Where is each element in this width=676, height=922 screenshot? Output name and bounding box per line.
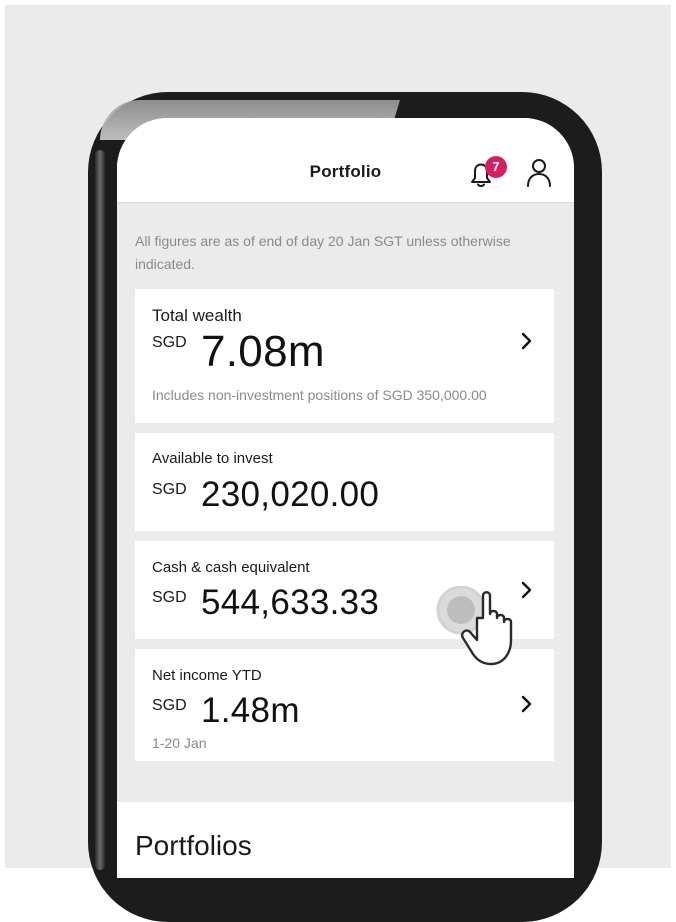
as-of-note: All figures are as of end of day 20 Jan … [135,233,511,272]
app-header: Portfolio 7 [117,118,574,203]
available-amount: 230,020.00 [201,475,380,514]
total-wealth-amount: 7.08m [201,327,325,376]
cash-amount: 544,633.33 [201,583,380,622]
available-to-invest-card[interactable]: Available to invest SGD 230,020.00 [135,433,554,531]
chevron-right-icon[interactable] [520,332,534,350]
cash-label: Cash & cash equivalent [152,559,310,576]
available-label: Available to invest [152,450,273,467]
net-income-amount: 1.48m [201,691,300,730]
notification-badge: 7 [485,156,507,178]
net-income-label: Net income YTD [152,667,262,684]
total-wealth-label: Total wealth [152,306,242,325]
net-income-period: 1-20 Jan [152,735,207,751]
phone-edge-highlight [95,150,105,870]
cash-currency: SGD [152,589,187,606]
phone-screen: Portfolio 7 All figures are as of end of… [117,118,574,878]
total-wealth-card[interactable]: Total wealth SGD 7.08m Includes non-inve… [135,289,554,423]
portfolios-title: Portfolios [135,830,252,861]
available-currency: SGD [152,481,187,498]
total-wealth-note: Includes non-investment positions of SGD… [152,387,487,403]
chevron-right-icon[interactable] [520,695,534,713]
portfolios-section: Portfolios [117,802,574,878]
user-icon[interactable] [526,158,552,188]
total-wealth-currency: SGD [152,334,187,351]
net-income-currency: SGD [152,697,187,714]
tap-gesture-icon [436,586,513,666]
